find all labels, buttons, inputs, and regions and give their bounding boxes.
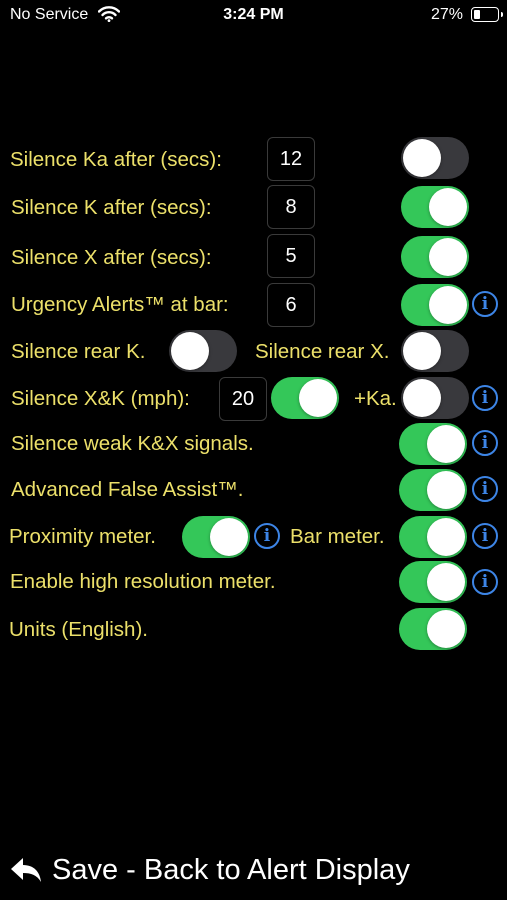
silence-ka-toggle[interactable]	[401, 137, 469, 179]
silence-xk-mph-label: Silence X&K (mph):	[11, 387, 190, 410]
units-label: Units (English).	[9, 618, 148, 641]
proximity-meter-info-icon[interactable]: i	[254, 523, 280, 549]
high-res-meter-info-icon[interactable]: i	[472, 569, 498, 595]
battery-percent: 27%	[430, 6, 463, 23]
plus-ka-toggle[interactable]	[401, 377, 469, 419]
high-res-meter-label: Enable high resolution meter.	[10, 570, 276, 593]
proximity-meter-label: Proximity meter.	[9, 525, 156, 548]
advanced-false-assist-label: Advanced False Assist™.	[11, 478, 244, 501]
silence-rear-x-label: Silence rear X.	[255, 340, 390, 363]
silence-k-input[interactable]: 8	[267, 185, 315, 229]
bar-meter-label: Bar meter.	[290, 525, 385, 548]
status-bar: No Service 3:24 PM 27%	[0, 0, 507, 32]
silence-ka-label: Silence Ka after (secs):	[10, 148, 222, 171]
silence-rear-k-label: Silence rear K.	[11, 340, 146, 363]
silence-weak-info-icon[interactable]: i	[472, 430, 498, 456]
silence-ka-input[interactable]: 12	[267, 137, 315, 181]
urgency-alerts-info-icon[interactable]: i	[472, 291, 498, 317]
silence-xk-mph-toggle[interactable]	[271, 377, 339, 419]
silence-rear-x-toggle[interactable]	[401, 330, 469, 372]
silence-x-label: Silence X after (secs):	[11, 246, 212, 269]
silence-x-input[interactable]: 5	[267, 234, 315, 278]
proximity-meter-toggle[interactable]	[182, 516, 250, 558]
advanced-false-assist-info-icon[interactable]: i	[472, 476, 498, 502]
silence-rear-k-toggle[interactable]	[169, 330, 237, 372]
high-res-meter-toggle[interactable]	[399, 561, 467, 603]
bar-meter-toggle[interactable]	[399, 516, 467, 558]
battery-fill	[474, 10, 480, 19]
save-back-label: Save - Back to Alert Display	[52, 854, 410, 886]
silence-weak-label: Silence weak K&X signals.	[11, 432, 254, 455]
battery-icon	[471, 7, 503, 22]
plus-ka-info-icon[interactable]: i	[472, 385, 498, 411]
units-toggle[interactable]	[399, 608, 467, 650]
advanced-false-assist-toggle[interactable]	[399, 469, 467, 511]
urgency-alerts-input[interactable]: 6	[267, 283, 315, 327]
bar-meter-info-icon[interactable]: i	[472, 523, 498, 549]
urgency-alerts-label: Urgency Alerts™ at bar:	[11, 293, 229, 316]
silence-weak-toggle[interactable]	[399, 423, 467, 465]
urgency-alerts-toggle[interactable]	[401, 284, 469, 326]
back-arrow-icon	[11, 858, 41, 882]
silence-k-label: Silence K after (secs):	[11, 196, 212, 219]
silence-x-toggle[interactable]	[401, 236, 469, 278]
silence-k-toggle[interactable]	[401, 186, 469, 228]
plus-ka-label: +Ka.	[354, 387, 397, 410]
silence-xk-mph-input[interactable]: 20	[219, 377, 267, 421]
